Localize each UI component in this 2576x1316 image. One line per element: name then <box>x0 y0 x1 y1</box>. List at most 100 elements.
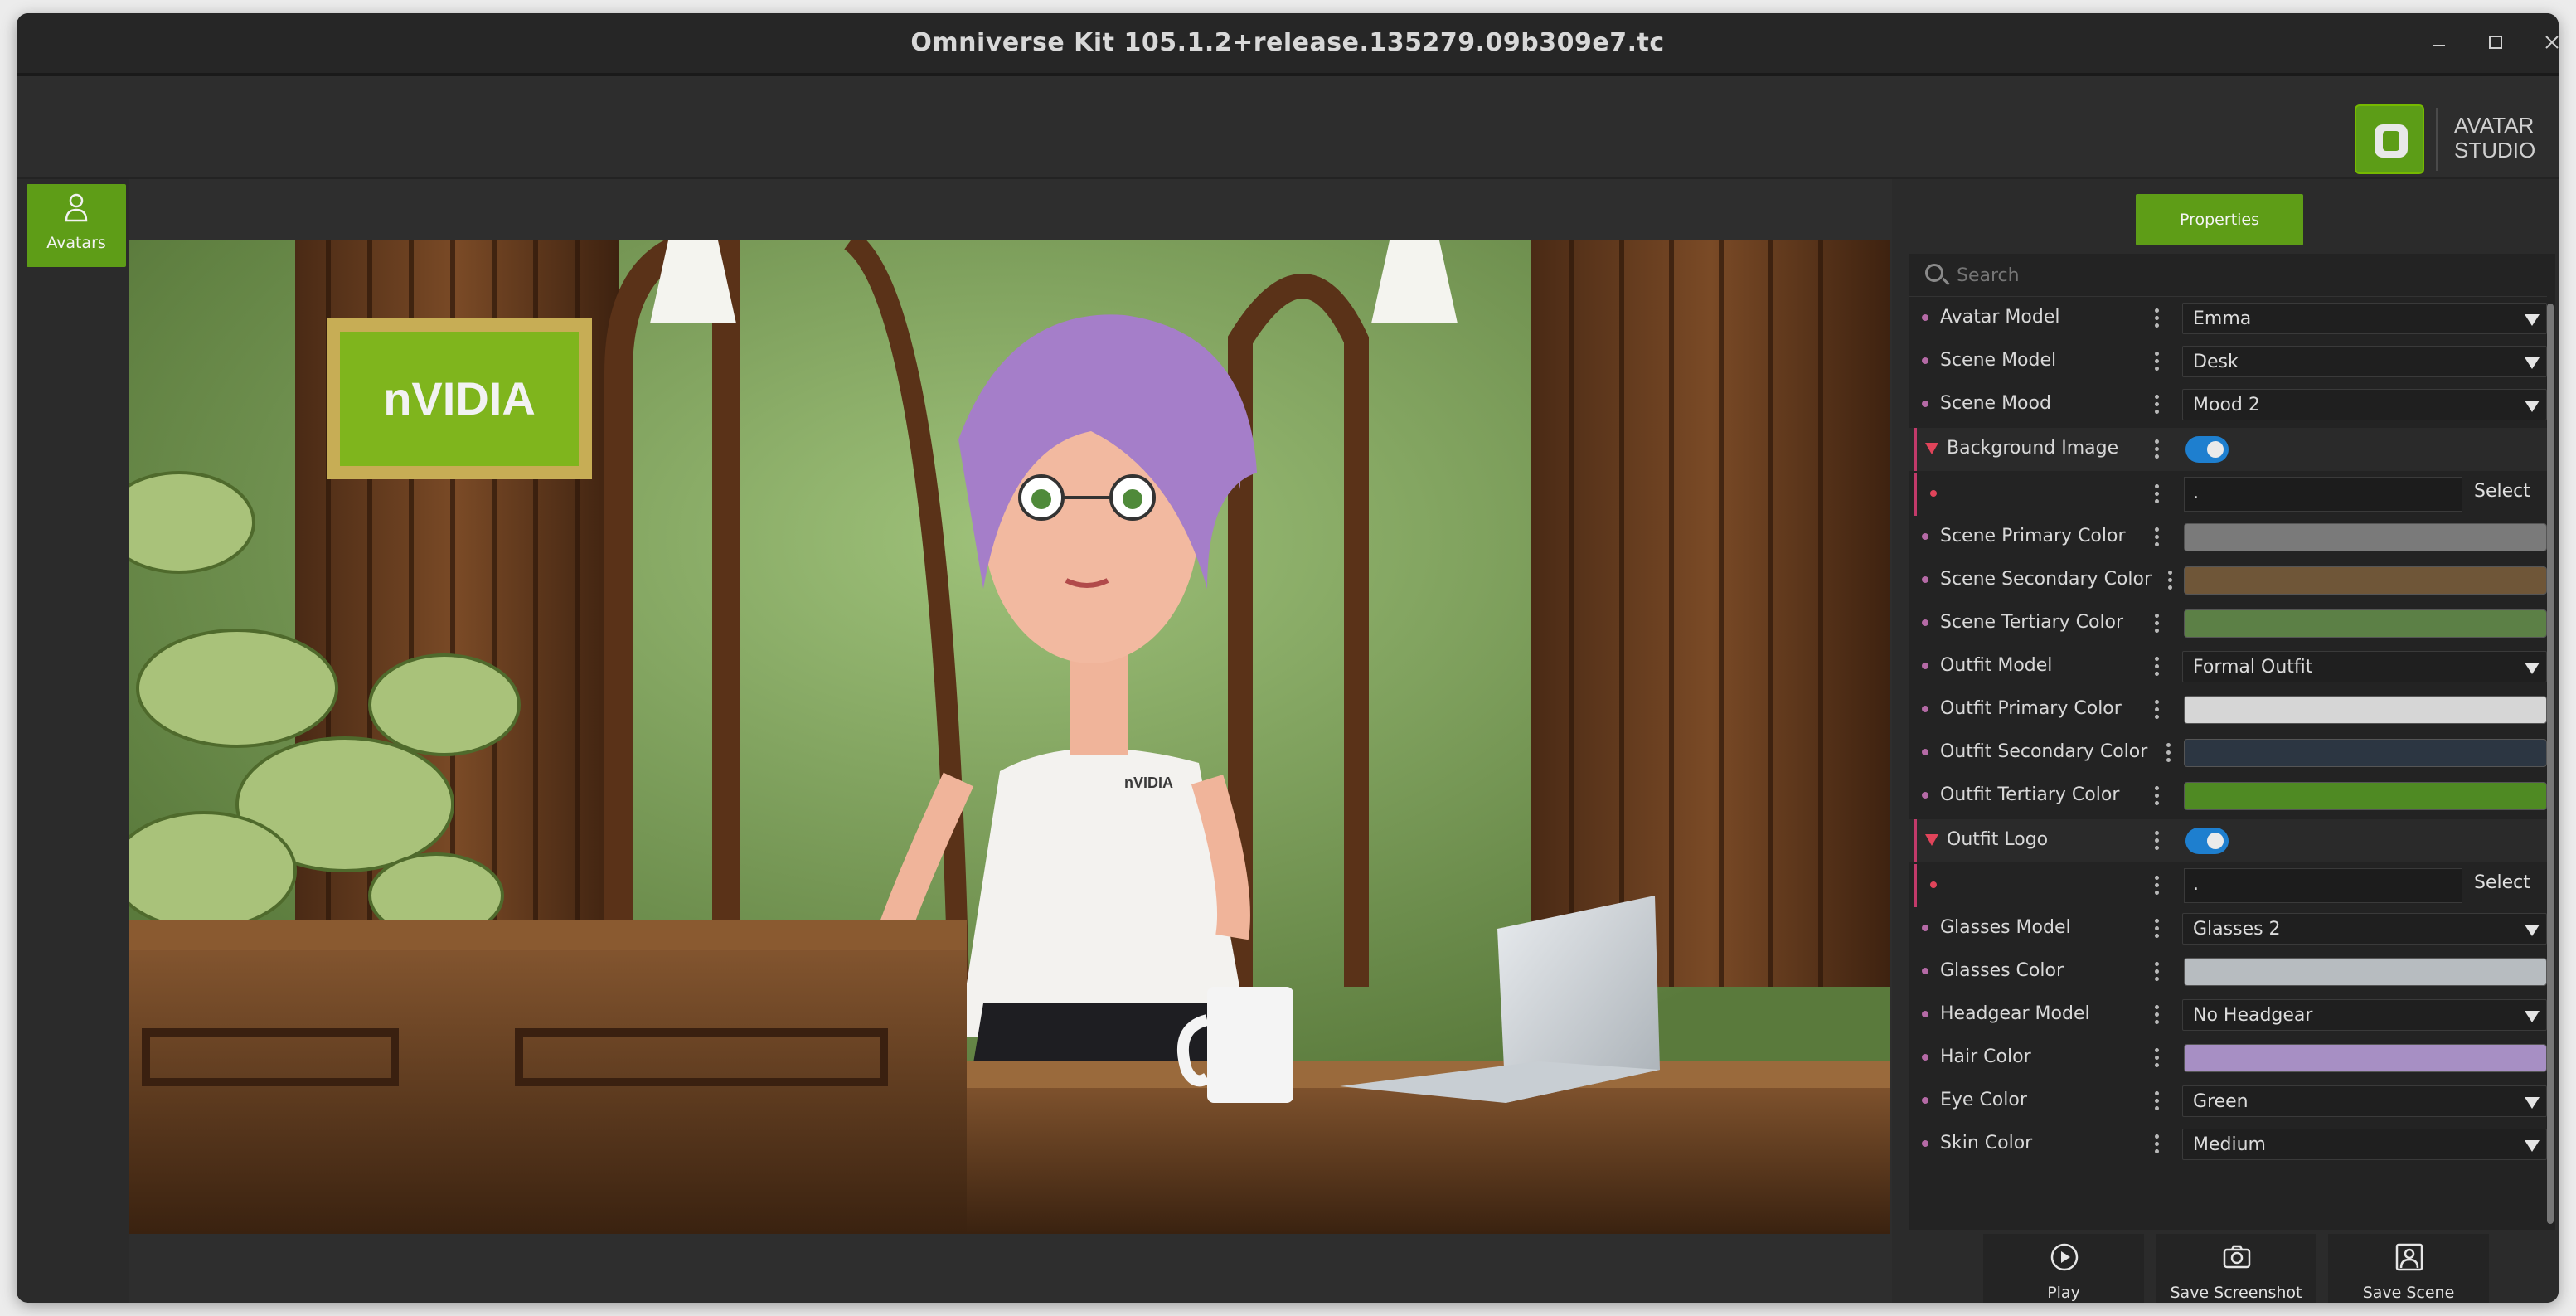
glasses-color-swatch[interactable] <box>2184 958 2547 986</box>
outfit-logo-path-field[interactable]: . <box>2184 868 2462 903</box>
search-input[interactable] <box>1957 259 2520 292</box>
kebab-menu-icon[interactable] <box>2154 1003 2159 1027</box>
kebab-menu-icon[interactable] <box>2154 655 2159 678</box>
group-outfit-logo[interactable]: Outfit Logo <box>1909 819 2547 862</box>
close-button[interactable] <box>2530 23 2559 66</box>
row-label: Scene Primary Color <box>1940 526 2126 546</box>
row-label: Scene Secondary Color <box>1940 569 2152 590</box>
scene-model-dropdown[interactable]: Desk <box>2182 346 2547 377</box>
glasses-model-dropdown[interactable]: Glasses 2 <box>2182 913 2547 945</box>
logo-divider <box>2436 108 2438 171</box>
row-bullet <box>1922 925 1928 931</box>
title-bar: Omniverse Kit 105.1.2+release.135279.09b… <box>17 13 2559 76</box>
kebab-menu-icon[interactable] <box>2154 612 2159 635</box>
collapse-triangle-icon[interactable] <box>1925 443 1938 454</box>
dropdown-arrow-icon <box>2525 357 2540 369</box>
avatar-model-dropdown[interactable]: Emma <box>2182 303 2547 334</box>
dropdown-value: Mood 2 <box>2193 395 2260 415</box>
tab-properties[interactable]: Properties <box>2136 194 2303 245</box>
top-toolbar: AVATAR STUDIO <box>17 80 2559 179</box>
row-label: Skin Color <box>1940 1133 2033 1153</box>
scene-secondary-color-swatch[interactable] <box>2184 566 2547 595</box>
scene-primary-color-swatch[interactable] <box>2184 523 2547 551</box>
dropdown-arrow-icon <box>2525 663 2540 674</box>
kebab-menu-icon[interactable] <box>2154 483 2159 506</box>
avatar-studio-logo <box>2355 104 2424 174</box>
camera-icon <box>2223 1245 2251 1269</box>
row-glasses-model: Glasses Model Glasses 2 <box>1909 907 2547 950</box>
headgear-model-dropdown[interactable]: No Headgear <box>2182 999 2547 1031</box>
hair-color-swatch[interactable] <box>2184 1044 2547 1072</box>
kebab-menu-icon[interactable] <box>2154 350 2159 373</box>
save-scene-button[interactable]: Save Scene <box>2328 1234 2489 1303</box>
avatars-button[interactable]: Avatars <box>27 184 126 267</box>
maximize-icon <box>2489 36 2502 49</box>
kebab-menu-icon[interactable] <box>2154 438 2159 461</box>
scene-mood-dropdown[interactable]: Mood 2 <box>2182 389 2547 420</box>
save-scene-label: Save Scene <box>2362 1284 2455 1302</box>
background-image-toggle[interactable] <box>2185 436 2229 463</box>
row-bullet <box>1922 1097 1928 1104</box>
search-icon <box>1925 264 1943 282</box>
dropdown-value: Desk <box>2193 352 2239 372</box>
row-bullet <box>1922 1011 1928 1017</box>
dropdown-value: No Headgear <box>2193 1005 2313 1026</box>
kebab-menu-icon[interactable] <box>2154 1090 2159 1113</box>
kebab-menu-icon[interactable] <box>2154 960 2159 983</box>
outfit-model-dropdown[interactable]: Formal Outfit <box>2182 651 2547 682</box>
row-bullet <box>1922 401 1928 407</box>
kebab-menu-icon[interactable] <box>2154 829 2159 852</box>
outfit-tertiary-color-swatch[interactable] <box>2184 782 2547 810</box>
kebab-menu-icon[interactable] <box>2154 526 2159 549</box>
path-value: . <box>2193 874 2199 895</box>
right-panel: Properties Avatar Model Emma Scene Model… <box>1892 179 2559 1303</box>
maximize-button[interactable] <box>2474 23 2517 66</box>
outfit-logo-select-button[interactable]: Select <box>2474 872 2530 893</box>
row-bullet <box>1922 1140 1928 1147</box>
group-background-image[interactable]: Background Image <box>1909 428 2547 471</box>
save-screenshot-button[interactable]: Save Screenshot <box>2156 1234 2316 1303</box>
row-label: Scene Tertiary Color <box>1940 612 2124 633</box>
person-icon <box>65 193 88 222</box>
kebab-menu-icon[interactable] <box>2154 307 2159 330</box>
row-eye-color: Eye Color Green <box>1909 1080 2547 1123</box>
background-image-path-field[interactable]: . <box>2184 477 2462 512</box>
row-scene-secondary-color: Scene Secondary Color <box>1909 559 2547 602</box>
dropdown-value: Green <box>2193 1091 2249 1112</box>
dropdown-value: Formal Outfit <box>2193 657 2313 677</box>
kebab-menu-icon[interactable] <box>2154 393 2159 416</box>
path-value: . <box>2193 483 2199 503</box>
kebab-menu-icon[interactable] <box>2154 1133 2159 1156</box>
kebab-menu-icon[interactable] <box>2154 784 2159 808</box>
row-scene-mood: Scene Mood Mood 2 <box>1909 383 2547 426</box>
group-accent <box>1914 473 1917 516</box>
3d-viewport[interactable]: nVIDIA nVIDIA <box>129 240 1890 1234</box>
kebab-menu-icon[interactable] <box>2154 698 2159 721</box>
scrollbar[interactable] <box>2547 304 2554 1224</box>
play-button[interactable]: Play <box>1983 1234 2144 1303</box>
row-bullet <box>1930 881 1937 888</box>
outfit-primary-color-swatch[interactable] <box>2184 696 2547 724</box>
background-image-select-button[interactable]: Select <box>2474 481 2530 502</box>
kebab-menu-icon[interactable] <box>2154 917 2159 940</box>
row-label: Scene Model <box>1940 350 2057 371</box>
kebab-menu-icon[interactable] <box>2154 1046 2159 1070</box>
scene-tertiary-color-swatch[interactable] <box>2184 609 2547 638</box>
row-label: Outfit Primary Color <box>1940 698 2122 719</box>
row-label: Headgear Model <box>1940 1003 2090 1024</box>
group-accent <box>1914 428 1917 471</box>
row-headgear-model: Headgear Model No Headgear <box>1909 993 2547 1037</box>
skin-color-dropdown[interactable]: Medium <box>2182 1129 2547 1160</box>
row-label: Outfit Secondary Color <box>1940 741 2148 762</box>
collapse-triangle-icon[interactable] <box>1925 834 1938 846</box>
brand-line-2: STUDIO <box>2454 138 2536 163</box>
row-label: Hair Color <box>1940 1046 2031 1067</box>
dropdown-arrow-icon <box>2525 1011 2540 1022</box>
eye-color-dropdown[interactable]: Green <box>2182 1085 2547 1117</box>
kebab-menu-icon[interactable] <box>2166 741 2171 765</box>
kebab-menu-icon[interactable] <box>2167 569 2172 592</box>
outfit-logo-toggle[interactable] <box>2185 828 2229 854</box>
minimize-button[interactable] <box>2418 23 2461 66</box>
outfit-secondary-color-swatch[interactable] <box>2184 739 2547 767</box>
kebab-menu-icon[interactable] <box>2154 874 2159 897</box>
